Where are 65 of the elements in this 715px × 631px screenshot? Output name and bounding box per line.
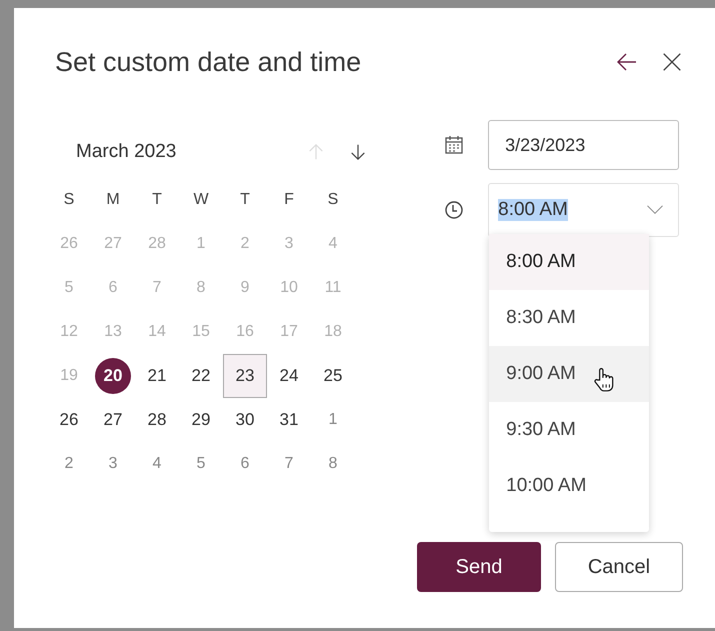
calendar-day[interactable]: 9: [227, 270, 263, 306]
calendar-day[interactable]: 3: [271, 226, 307, 262]
calendar-day[interactable]: 16: [227, 314, 263, 350]
calendar-day[interactable]: 19: [51, 358, 87, 394]
calendar-day[interactable]: 3: [95, 446, 131, 482]
calendar-day[interactable]: 27: [95, 226, 131, 262]
close-icon[interactable]: [661, 51, 683, 73]
weekday-label: M: [105, 190, 121, 210]
calendar-day[interactable]: 17: [271, 314, 307, 350]
calendar-day[interactable]: 1: [183, 226, 219, 262]
calendar-day[interactable]: 11: [315, 270, 351, 306]
calendar-day[interactable]: 5: [183, 446, 219, 482]
weekday-label: T: [151, 190, 163, 210]
calendar-day[interactable]: 20: [95, 358, 131, 394]
month-label: March 2023: [76, 141, 178, 163]
calendar-day[interactable]: 23: [223, 354, 267, 398]
weekday-label: F: [283, 190, 295, 210]
calendar-day[interactable]: 30: [227, 402, 263, 438]
calendar-day[interactable]: 6: [95, 270, 131, 306]
calendar-day[interactable]: 26: [51, 226, 87, 262]
calendar-day[interactable]: 28: [139, 402, 175, 438]
calendar-day[interactable]: 6: [227, 446, 263, 482]
date-field[interactable]: 3/23/2023: [488, 120, 680, 170]
calendar-icon: [443, 135, 466, 155]
send-button[interactable]: Send: [417, 542, 541, 592]
chevron-down-icon: [646, 205, 664, 215]
time-option[interactable]: 8:00 AM: [489, 234, 650, 290]
hand-cursor-icon: [593, 367, 616, 393]
calendar-day[interactable]: 15: [183, 314, 219, 350]
calendar-day[interactable]: 7: [271, 446, 307, 482]
calendar-day[interactable]: 2: [227, 226, 263, 262]
calendar-day[interactable]: 7: [139, 270, 175, 306]
time-option[interactable]: 8:30 AM: [489, 290, 650, 346]
weekday-label: T: [239, 190, 251, 210]
calendar-day[interactable]: 8: [183, 270, 219, 306]
calendar-day[interactable]: 31: [271, 402, 307, 438]
calendar-day[interactable]: 12: [51, 314, 87, 350]
cancel-button[interactable]: Cancel: [555, 542, 683, 592]
calendar-day[interactable]: 10: [271, 270, 307, 306]
calendar-day[interactable]: 29: [183, 402, 219, 438]
calendar-day[interactable]: 2: [51, 446, 87, 482]
calendar-day[interactable]: 4: [315, 226, 351, 262]
calendar-day[interactable]: 22: [183, 358, 219, 394]
weekday-label: S: [326, 190, 340, 210]
time-option[interactable]: 9:00 AM: [489, 346, 650, 402]
calendar-day[interactable]: 27: [95, 402, 131, 438]
calendar-day[interactable]: 13: [95, 314, 131, 350]
down-arrow-icon[interactable]: [349, 143, 368, 161]
calendar-day[interactable]: 8: [315, 446, 351, 482]
time-option[interactable]: 10:00 AM: [489, 458, 650, 514]
clock-icon: [443, 200, 466, 220]
weekday-label: W: [192, 190, 210, 210]
calendar-day[interactable]: 24: [271, 358, 307, 394]
calendar-day[interactable]: 1: [315, 402, 351, 438]
calendar-day[interactable]: 14: [139, 314, 175, 350]
calendar-day[interactable]: 4: [139, 446, 175, 482]
weekday-label: S: [62, 190, 76, 210]
calendar-day[interactable]: 5: [51, 270, 87, 306]
calendar-day[interactable]: 25: [315, 358, 351, 394]
dialog-title: Set custom date and time: [55, 46, 362, 78]
time-option[interactable]: 9:30 AM: [489, 402, 650, 458]
calendar-day[interactable]: 26: [51, 402, 87, 438]
calendar-day[interactable]: 18: [315, 314, 351, 350]
calendar-day[interactable]: 21: [139, 358, 175, 394]
calendar-day[interactable]: 28: [139, 226, 175, 262]
